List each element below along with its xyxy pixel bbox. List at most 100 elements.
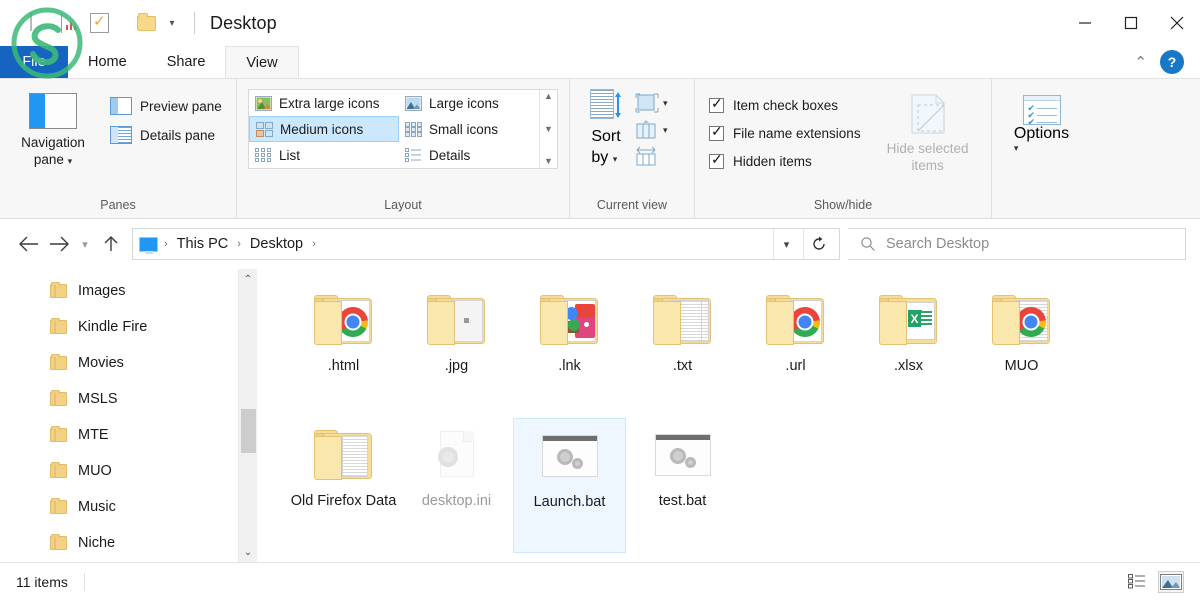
address-dropdown-icon[interactable]: ▾ <box>773 229 799 259</box>
refresh-icon[interactable] <box>803 229 833 259</box>
blue-square-icon[interactable] <box>30 12 52 33</box>
layout-option-list[interactable]: List <box>249 142 399 168</box>
help-icon[interactable]: ? <box>1160 50 1184 74</box>
sort-by-icon <box>590 89 622 123</box>
file-item-jpg[interactable]: .jpg <box>400 283 513 418</box>
layout-option-extra-large-icons[interactable]: Extra large icons <box>249 90 399 116</box>
checkbox-file-name-extensions[interactable] <box>709 123 724 141</box>
preview-pane-button[interactable]: Preview pane <box>110 97 222 115</box>
quick-access-dropdown[interactable]: ▾ <box>165 18 179 29</box>
layout-option-details[interactable]: Details <box>399 142 539 168</box>
forward-button[interactable] <box>44 229 74 259</box>
layout-gallery-scrollbar[interactable]: ▲ ▼ ▼ <box>539 90 557 168</box>
sidebar-item-label: Movies <box>78 355 124 371</box>
file-item-muo[interactable]: MUO <box>965 283 1078 418</box>
scrollbar-track[interactable] <box>239 289 258 542</box>
details-pane-button[interactable]: Details pane <box>110 126 222 144</box>
scroll-down-icon[interactable]: ▼ <box>544 124 553 134</box>
navigation-pane-label-2: pane <box>33 151 64 167</box>
breadcrumb-this-pc[interactable]: This PC <box>174 236 232 252</box>
maximize-button[interactable] <box>1108 0 1154 46</box>
file-item-old-firefox-data[interactable]: Old Firefox Data <box>287 418 400 553</box>
breadcrumb-separator[interactable]: › <box>310 238 318 250</box>
details-pane-label: Details pane <box>140 127 216 143</box>
scroll-more-icon[interactable]: ▼ <box>544 157 553 166</box>
sidebar-item-kindle-fire[interactable]: Kindle Fire <box>0 309 238 345</box>
group-label-layout: Layout <box>384 198 422 212</box>
navigation-pane-button[interactable]: Navigation pane ▾ <box>10 89 96 169</box>
scroll-down-icon[interactable]: ⌄ <box>239 542 258 562</box>
scrollbar-thumb[interactable] <box>240 409 256 453</box>
file-item-lnk[interactable]: .lnk <box>513 283 626 418</box>
size-all-columns-icon <box>636 146 656 166</box>
close-button[interactable] <box>1154 0 1200 46</box>
address-bar: ▾ › This PC › Desktop › ▾ Search Desktop <box>0 219 1200 269</box>
sidebar-item-music[interactable]: Music <box>0 489 238 525</box>
chevron-down-icon[interactable]: ▾ <box>1014 143 1069 154</box>
layout-option-medium-icons[interactable]: Medium icons <box>249 116 399 142</box>
file-item-html[interactable]: .html <box>287 283 400 418</box>
large-icons-view-button[interactable] <box>1158 570 1184 593</box>
hide-selected-items-button[interactable]: Hide selected items <box>885 89 971 175</box>
breadcrumb-desktop[interactable]: Desktop <box>247 236 306 252</box>
tab-share[interactable]: Share <box>147 46 226 78</box>
sidebar-item-muo[interactable]: MUO <box>0 453 238 489</box>
scroll-up-icon[interactable]: ▲ <box>544 92 553 101</box>
up-button[interactable] <box>96 229 126 259</box>
folder-icon <box>50 498 67 514</box>
this-pc-icon[interactable] <box>139 236 158 254</box>
file-name-extensions-option[interactable]: File name extensions <box>709 119 861 147</box>
scroll-up-icon[interactable]: ⌃ <box>239 269 258 289</box>
item-check-boxes-option[interactable]: Item check boxes <box>709 91 861 119</box>
back-button[interactable] <box>14 229 44 259</box>
file-item-url[interactable]: .url <box>739 283 852 418</box>
hidden-items-option[interactable]: Hidden items <box>709 147 861 175</box>
address-path-box[interactable]: › This PC › Desktop › ▾ <box>132 228 840 260</box>
folder-icon[interactable] <box>137 12 156 31</box>
search-icon <box>861 237 875 251</box>
sidebar-item-movies[interactable]: Movies <box>0 345 238 381</box>
file-item-txt[interactable]: .txt <box>626 283 739 418</box>
options-button[interactable]: ✔ ✔ ✔ Options ▾ <box>1002 89 1081 154</box>
file-item-desktop-ini[interactable]: desktop.ini <box>400 418 513 553</box>
size-all-columns-button[interactable] <box>634 146 668 168</box>
group-by-button[interactable]: ▾ <box>634 92 668 114</box>
file-list-view[interactable]: .html .jpg .lnk .txt .url X .xlsx MUO Ol… <box>257 269 1200 562</box>
bat-file-icon <box>534 425 606 487</box>
checkmark-icon[interactable] <box>90 12 109 33</box>
search-input[interactable]: Search Desktop <box>848 228 1186 260</box>
sidebar-item-niche[interactable]: Niche <box>0 525 238 561</box>
navigation-pane-scrollbar[interactable]: ⌃ ⌄ <box>238 269 257 562</box>
chevron-down-icon[interactable]: ▾ <box>613 154 618 164</box>
file-item-xlsx[interactable]: X .xlsx <box>852 283 965 418</box>
sort-by-button[interactable]: Sort by ▾ <box>578 89 634 169</box>
breadcrumb-separator[interactable]: › <box>162 238 170 250</box>
checkbox-hidden-items[interactable] <box>709 151 724 169</box>
layout-option-large-icons[interactable]: Large icons <box>399 90 539 116</box>
sort-by-label-1: Sort <box>591 128 621 145</box>
chevron-down-icon[interactable]: ▾ <box>68 156 73 166</box>
chevron-down-icon[interactable]: ▾ <box>663 125 668 136</box>
tab-file[interactable]: File <box>0 46 68 78</box>
add-columns-icon <box>636 120 656 139</box>
collapse-ribbon-icon[interactable]: ⌃ <box>1134 53 1147 71</box>
minimize-button[interactable] <box>1062 0 1108 46</box>
file-item-launch-bat[interactable]: Launch.bat <box>513 418 626 553</box>
sidebar-item-mte[interactable]: MTE <box>0 417 238 453</box>
item-count-label: 11 items <box>16 573 68 590</box>
file-item-test-bat[interactable]: test.bat <box>626 418 739 553</box>
add-columns-button[interactable]: ▾ <box>634 119 668 141</box>
chart-icon[interactable] <box>61 13 81 33</box>
sidebar-item-label: Images <box>78 283 126 299</box>
layout-option-small-icons[interactable]: Small icons <box>399 116 539 142</box>
tab-home[interactable]: Home <box>68 46 147 78</box>
tab-view[interactable]: View <box>225 46 299 78</box>
breadcrumb-separator[interactable]: › <box>235 238 243 250</box>
checkbox-item-check-boxes[interactable] <box>709 95 724 113</box>
sidebar-item-images[interactable]: Images <box>0 273 238 309</box>
chevron-down-icon[interactable]: ▾ <box>663 98 668 109</box>
details-view-button[interactable] <box>1124 571 1150 593</box>
sidebar-item-msls[interactable]: MSLS <box>0 381 238 417</box>
folder-mixed-icon <box>534 289 606 351</box>
recent-locations-icon[interactable]: ▾ <box>74 229 96 259</box>
